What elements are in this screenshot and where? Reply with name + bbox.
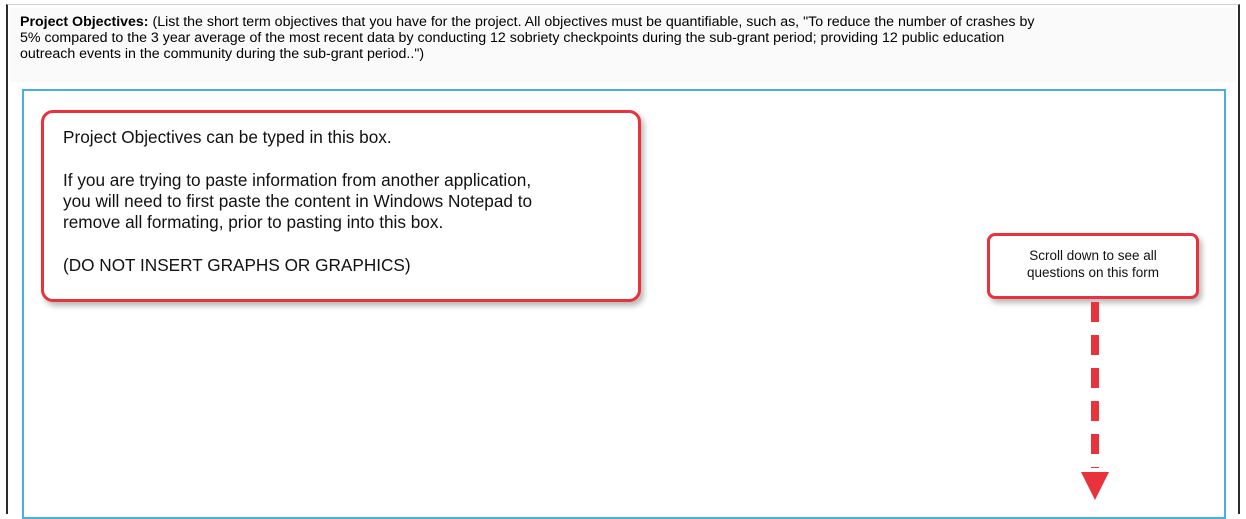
callout-paste-line3: remove all formating, prior to pasting i… [63, 212, 444, 232]
objectives-description-line3: outreach events in the community during … [20, 46, 425, 62]
callout-line-typed: Project Objectives can be typed in this … [63, 127, 392, 147]
callout-paste-line1: If you are trying to paste information f… [63, 170, 532, 190]
scroll-hint-callout: Scroll down to see all questions on this… [987, 233, 1199, 299]
objectives-description-line1: (List the short term objectives that you… [148, 14, 1035, 30]
objectives-label: Project Objectives: [20, 14, 149, 30]
objectives-header: Project Objectives: (List the short term… [10, 8, 1236, 82]
scroll-hint-line1: Scroll down to see all [1029, 248, 1157, 263]
instructions-callout: Project Objectives can be typed in this … [41, 110, 641, 302]
dashed-down-arrow-icon [1081, 302, 1109, 500]
objectives-description-line2: 5% compared to the 3 year average of the… [20, 30, 1005, 46]
scroll-hint-line2: questions on this form [1026, 265, 1160, 280]
callout-paste-line2: you will need to first paste the content… [63, 191, 533, 211]
callout-no-graphics: (DO NOT INSERT GRAPHS OR GRAPHICS) [63, 255, 411, 275]
